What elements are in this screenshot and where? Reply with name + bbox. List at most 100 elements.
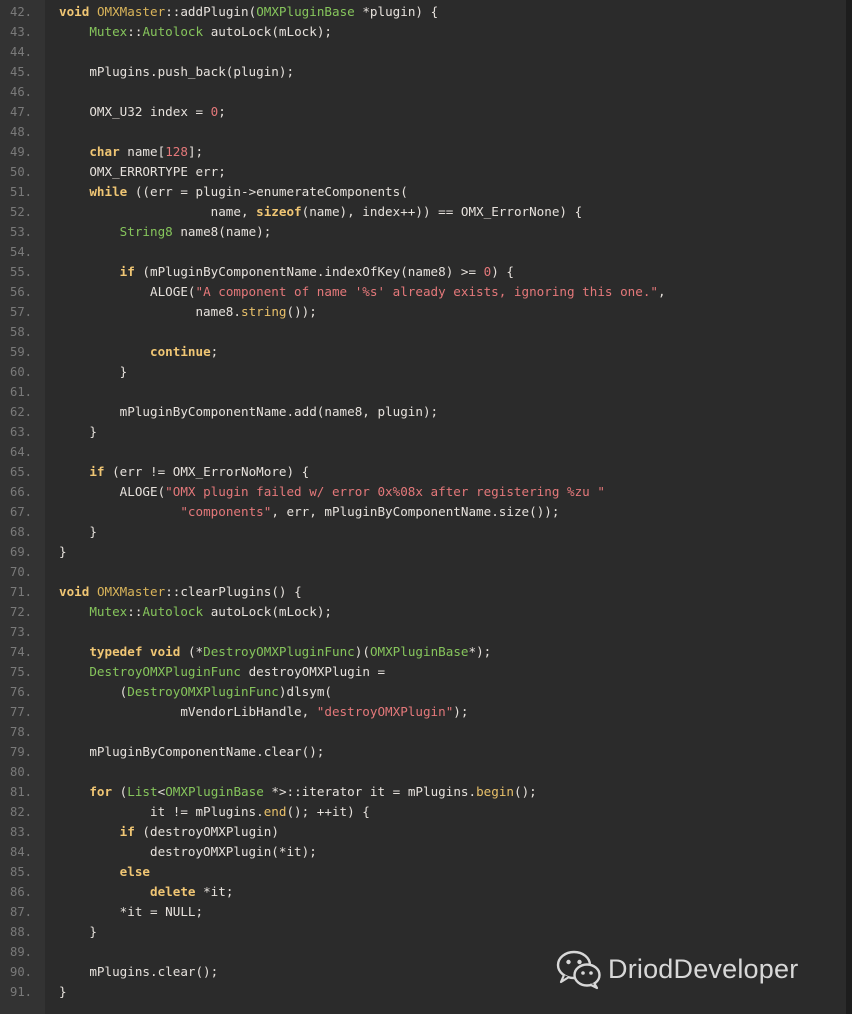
vertical-scrollbar[interactable] bbox=[846, 0, 852, 1014]
code-token: else bbox=[119, 864, 151, 879]
code-line: 86. delete *it; bbox=[0, 882, 846, 902]
code-line: 55. if (mPluginByComponentName.indexOfKe… bbox=[0, 262, 846, 282]
line-number: 83. bbox=[9, 825, 32, 839]
line-number: 84. bbox=[9, 845, 32, 859]
code-token: name8(name); bbox=[172, 224, 272, 239]
code-line: 88. } bbox=[0, 922, 846, 942]
code-token: ; bbox=[210, 344, 219, 359]
line-number: 67. bbox=[9, 505, 32, 519]
line-code: destroyOMXPlugin(*it); bbox=[59, 842, 317, 862]
code-line: 61. bbox=[0, 382, 846, 402]
code-token: Mutex bbox=[89, 604, 128, 619]
line-code: mVendorLibHandle, "destroyOMXPlugin"); bbox=[59, 702, 468, 722]
watermark-text: DriodDeveloper bbox=[608, 953, 799, 984]
code-line: 73. bbox=[0, 622, 846, 642]
code-token: OMXPluginBase bbox=[369, 644, 469, 659]
line-code: void OMXMaster::clearPlugins() { bbox=[59, 582, 302, 602]
code-line: 47. OMX_U32 index = 0; bbox=[0, 102, 846, 122]
line-code: while ((err = plugin->enumerateComponent… bbox=[59, 182, 407, 202]
code-token: ::addPlugin( bbox=[165, 4, 257, 19]
code-line: 66. ALOGE("OMX plugin failed w/ error 0x… bbox=[0, 482, 846, 502]
code-viewer: 42. void OMXMaster::addPlugin(OMXPluginBa… bbox=[0, 0, 846, 1014]
line-number: 87. bbox=[9, 905, 32, 919]
line-code: it != mPlugins.end(); ++it) { bbox=[59, 802, 370, 822]
line-code: ALOGE("A component of name '%s' already … bbox=[59, 282, 666, 302]
line-code: if (mPluginByComponentName.indexOfKey(na… bbox=[59, 262, 514, 282]
line-number: 76. bbox=[9, 685, 32, 699]
line-number: 79. bbox=[9, 745, 32, 759]
line-number: 48. bbox=[9, 125, 32, 139]
code-token: mPlugins.clear(); bbox=[59, 964, 219, 979]
code-line: 51. while ((err = plugin->enumerateCompo… bbox=[0, 182, 846, 202]
code-line: 77. mVendorLibHandle, "destroyOMXPlugin"… bbox=[0, 702, 846, 722]
code-token: } bbox=[59, 364, 128, 379]
code-token: name, bbox=[59, 204, 257, 219]
code-token: if bbox=[119, 264, 135, 279]
code-token: mPluginByComponentName.add(name8, plugin… bbox=[59, 404, 439, 419]
code-token: destroyOMXPlugin = bbox=[241, 664, 386, 679]
code-token: mPlugins.push_back(plugin); bbox=[59, 64, 295, 79]
line-number: 44. bbox=[9, 45, 32, 59]
line-number: 86. bbox=[9, 885, 32, 899]
code-line: 70. bbox=[0, 562, 846, 582]
code-token: (* bbox=[180, 644, 204, 659]
line-number: 49. bbox=[9, 145, 32, 159]
code-token: destroyOMXPlugin(*it); bbox=[59, 844, 317, 859]
line-code: mPlugins.push_back(plugin); bbox=[59, 62, 294, 82]
code-line: 53. String8 name8(name); bbox=[0, 222, 846, 242]
line-code: } bbox=[59, 922, 97, 942]
code-token: *); bbox=[468, 644, 492, 659]
code-token: 128 bbox=[165, 144, 188, 159]
line-code: Mutex::Autolock autoLock(mLock); bbox=[59, 602, 332, 622]
line-code: continue; bbox=[59, 342, 218, 362]
code-line: 79. mPluginByComponentName.clear(); bbox=[0, 742, 846, 762]
code-line: 65. if (err != OMX_ErrorNoMore) { bbox=[0, 462, 846, 482]
line-number: 75. bbox=[9, 665, 32, 679]
code-line: 83. if (destroyOMXPlugin) bbox=[0, 822, 846, 842]
line-code: if (err != OMX_ErrorNoMore) { bbox=[59, 462, 309, 482]
line-code: else bbox=[59, 862, 150, 882]
code-token: mVendorLibHandle, bbox=[59, 704, 317, 719]
code-token: it != mPlugins. bbox=[59, 804, 264, 819]
line-number: 51. bbox=[9, 185, 32, 199]
line-code: OMX_ERRORTYPE err; bbox=[59, 162, 225, 182]
line-number: 77. bbox=[9, 705, 32, 719]
code-token: sizeof bbox=[256, 204, 302, 219]
line-code: OMX_U32 index = 0; bbox=[59, 102, 226, 122]
code-token: "components" bbox=[180, 504, 272, 519]
code-token: *it = NULL; bbox=[59, 904, 204, 919]
code-token: *it; bbox=[195, 884, 234, 899]
code-line: 62. mPluginByComponentName.add(name8, pl… bbox=[0, 402, 846, 422]
code-line: 85. else bbox=[0, 862, 846, 882]
code-token: List bbox=[127, 784, 158, 799]
line-number: 50. bbox=[9, 165, 32, 179]
code-token: mPluginByComponentName.clear(); bbox=[59, 744, 325, 759]
line-number: 54. bbox=[9, 245, 32, 259]
code-line: 75. DestroyOMXPluginFunc destroyOMXPlugi… bbox=[0, 662, 846, 682]
code-line: 59. continue; bbox=[0, 342, 846, 362]
code-line: 87. *it = NULL; bbox=[0, 902, 846, 922]
code-token: name[ bbox=[119, 144, 166, 159]
line-number: 60. bbox=[9, 365, 32, 379]
line-number: 46. bbox=[9, 85, 32, 99]
code-line: 52. name, sizeof(name), index++)) == OMX… bbox=[0, 202, 846, 222]
code-token: String8 bbox=[119, 224, 173, 239]
line-code: char name[128]; bbox=[59, 142, 203, 162]
code-token: DestroyOMXPluginFunc bbox=[89, 664, 241, 679]
line-number: 61. bbox=[9, 385, 32, 399]
code-token: Mutex bbox=[89, 24, 128, 39]
line-number: 47. bbox=[9, 105, 32, 119]
code-token: if bbox=[89, 464, 105, 479]
